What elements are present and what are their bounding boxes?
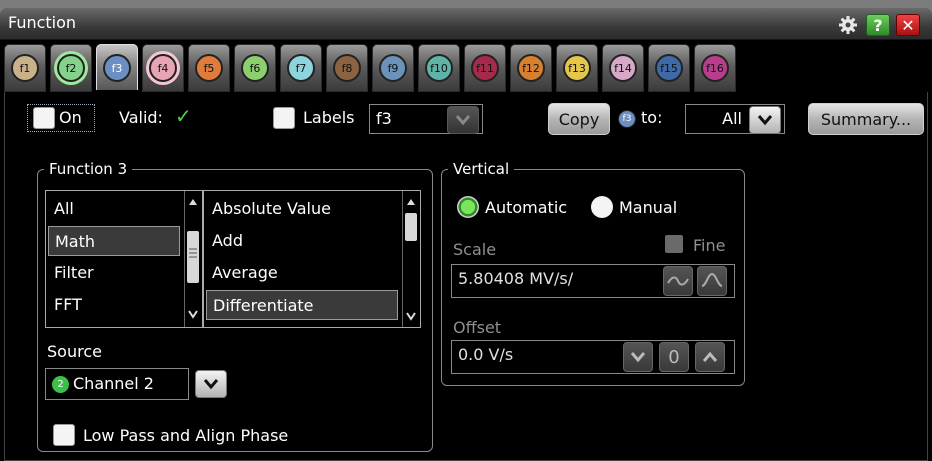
tab-f11[interactable]: f11: [464, 44, 506, 92]
labels-dropdown-button[interactable]: [447, 106, 479, 134]
category-list-item[interactable]: All: [48, 194, 180, 224]
settings-gear-icon[interactable]: [836, 14, 860, 36]
lowpass-label: Low Pass and Align Phase: [83, 426, 289, 445]
labels-value: f3: [376, 109, 392, 128]
tab-badge: f10: [425, 54, 453, 82]
on-checkbox[interactable]: [33, 107, 55, 129]
fine-label: Fine: [693, 236, 726, 255]
copy-to-dropdown-button[interactable]: [749, 106, 781, 134]
function-dialog: Function ? ✕ f1 f2 f3 f4 f5 f6 f7 f8 f9 f10 f11 f12…: [0, 8, 932, 461]
source-dropdown-button[interactable]: [195, 370, 227, 398]
tab-badge: f5: [195, 54, 223, 82]
tab-f6[interactable]: f6: [234, 44, 276, 92]
tab-f15[interactable]: f15: [648, 44, 690, 92]
scale-label: Scale: [453, 240, 497, 259]
tab-f3[interactable]: f3: [96, 44, 138, 95]
lowpass-checkbox[interactable]: [53, 424, 75, 446]
tab-f1[interactable]: f1: [4, 44, 46, 92]
function-group-legend: Function 3: [49, 160, 128, 178]
help-icon[interactable]: ?: [866, 14, 890, 36]
category-list[interactable]: All Math Filter FFT: [45, 190, 203, 328]
category-list-item[interactable]: Filter: [48, 258, 180, 288]
manual-label: Manual: [619, 198, 678, 217]
tab-badge: f7: [287, 54, 315, 82]
labels-checkbox[interactable]: [273, 107, 295, 129]
fine-checkbox[interactable]: [665, 235, 683, 253]
tab-f5[interactable]: f5: [188, 44, 230, 92]
tab-f10[interactable]: f10: [418, 44, 460, 92]
tab-badge: f11: [471, 54, 499, 82]
scale-value: 5.80408 MV/s/: [458, 269, 574, 288]
offset-decrease-icon[interactable]: [623, 342, 653, 372]
operator-list-item[interactable]: Differentiate: [206, 290, 398, 320]
automatic-radio[interactable]: [457, 196, 479, 218]
scale-coarse-wave-icon[interactable]: [663, 266, 693, 296]
function-tabs: f1 f2 f3 f4 f5 f6 f7 f8 f9 f10 f11 f12 f13 f14 f15 f16: [4, 44, 928, 95]
tab-f4[interactable]: f4: [142, 44, 184, 92]
tab-badge: f14: [609, 54, 637, 82]
function-panel: On Valid: ✓ Labels f3 Copy f3 to: All Su…: [4, 92, 928, 461]
tab-f12[interactable]: f12: [510, 44, 552, 92]
channel-2-badge: 2: [52, 376, 69, 393]
operator-list-item[interactable]: Add: [206, 226, 398, 256]
tab-f7[interactable]: f7: [280, 44, 322, 92]
tab-badge: f13: [563, 54, 591, 82]
offset-zero-button[interactable]: 0: [659, 342, 689, 372]
copy-to-value: All: [722, 109, 742, 128]
category-scrollbar[interactable]: [184, 191, 200, 327]
offset-field[interactable]: 0.0 V/s: [451, 340, 735, 374]
copy-button[interactable]: Copy: [548, 103, 610, 135]
tab-badge: f4: [149, 54, 177, 82]
tab-f13[interactable]: f13: [556, 44, 598, 92]
vertical-group-legend: Vertical: [453, 160, 510, 178]
offset-increase-icon[interactable]: [695, 342, 725, 372]
operator-list-item[interactable]: Absolute Value: [206, 194, 398, 224]
tab-badge: f9: [379, 54, 407, 82]
scale-fine-wave-icon[interactable]: [697, 266, 727, 296]
tab-f14[interactable]: f14: [602, 44, 644, 92]
manual-radio[interactable]: [591, 196, 613, 218]
automatic-label: Automatic: [485, 198, 568, 217]
source-value: Channel 2: [73, 374, 154, 393]
summary-button[interactable]: Summary...: [808, 103, 924, 135]
tab-f9[interactable]: f9: [372, 44, 414, 92]
tab-f8[interactable]: f8: [326, 44, 368, 92]
operator-scrollbar[interactable]: [402, 191, 418, 327]
on-label: On: [59, 108, 82, 127]
offset-value: 0.0 V/s: [458, 345, 514, 364]
close-icon[interactable]: ✕: [896, 14, 920, 36]
valid-label: Valid:: [119, 108, 163, 127]
valid-checkmark-icon: ✓: [175, 104, 192, 128]
tab-f2[interactable]: f2: [50, 44, 92, 92]
tab-badge: f16: [701, 54, 729, 82]
tab-badge: f2: [57, 54, 85, 82]
category-list-item[interactable]: Math: [48, 226, 180, 256]
labels-label: Labels: [303, 108, 355, 127]
tab-badge: f1: [11, 54, 39, 82]
category-list-item[interactable]: FFT: [48, 290, 180, 320]
operator-list-item[interactable]: Average: [206, 258, 398, 288]
copy-source-badge: f3: [618, 110, 636, 128]
title-bar[interactable]: Function ? ✕: [0, 8, 932, 40]
tab-badge: f8: [333, 54, 361, 82]
tab-badge: f15: [655, 54, 683, 82]
source-label: Source: [47, 342, 102, 361]
tab-f16[interactable]: f16: [694, 44, 736, 92]
window-title: Function: [8, 13, 77, 32]
operator-list[interactable]: Absolute Value Add Average Differentiate: [203, 190, 421, 328]
tab-badge: f12: [517, 54, 545, 82]
tab-badge: f6: [241, 54, 269, 82]
tab-badge: f3: [103, 54, 131, 82]
copy-to-label: to:: [641, 108, 663, 127]
offset-label: Offset: [453, 318, 502, 337]
